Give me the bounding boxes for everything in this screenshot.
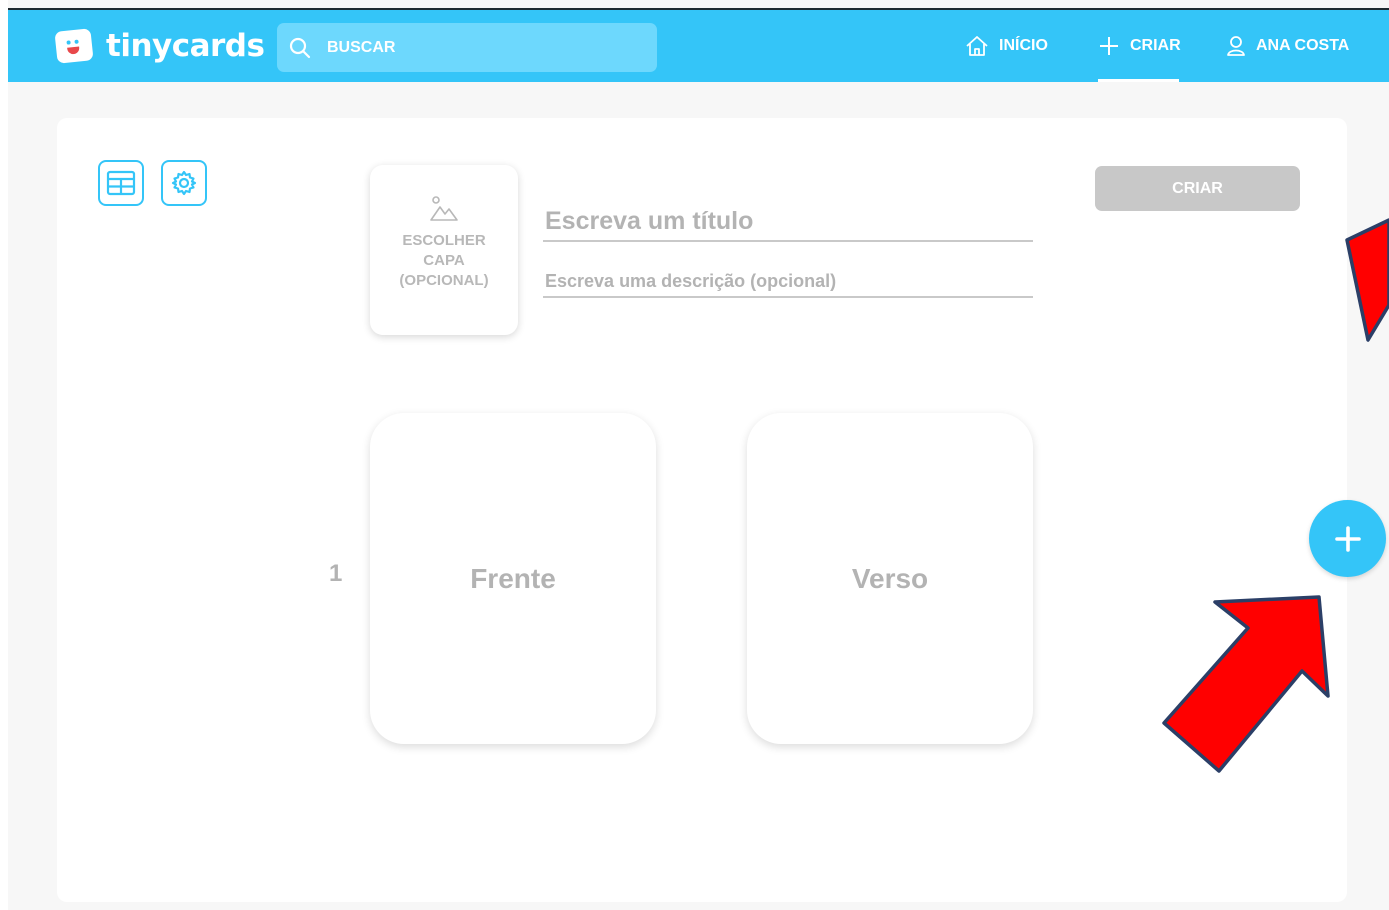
title-input[interactable] [543,202,1033,242]
logo-text: tinycards [106,28,265,64]
settings-button[interactable] [161,160,207,206]
card-front-placeholder: Frente [470,562,556,594]
active-tab-indicator [1098,79,1179,82]
nav-home[interactable]: INÍCIO [965,10,1048,82]
search-box[interactable] [277,23,657,72]
top-bar: tinycards INÍCIO CRIAR ANA COSTA [8,10,1389,82]
gear-icon [171,170,197,196]
card-back-placeholder: Verso [851,562,929,594]
user-icon [1227,36,1245,56]
plus-icon [1100,37,1118,55]
add-card-button[interactable] [1309,500,1386,577]
nav-user[interactable]: ANA COSTA [1226,10,1349,82]
annotation-arrow-top [1345,218,1389,342]
search-input[interactable] [325,37,629,58]
home-icon [966,36,988,56]
description-input[interactable] [543,266,1033,298]
add-card-icon [1334,525,1361,552]
deck-editor-panel: ESCOLHER CAPA (OPCIONAL) CRIAR 1 Frente … [57,118,1347,902]
search-icon [289,37,311,58]
left-margin [0,0,8,910]
nav-home-label: INÍCIO [999,37,1048,54]
card-back-field[interactable]: Verso [747,413,1033,744]
nav-user-label: ANA COSTA [1256,37,1350,54]
nav-create-label: CRIAR [1130,37,1181,54]
grid-view-button[interactable] [98,160,144,206]
logo[interactable]: tinycards [54,28,265,64]
card-number: 1 [329,560,343,587]
nav-create[interactable]: CRIAR [1098,10,1181,82]
create-deck-button[interactable]: CRIAR [1095,166,1300,211]
card-front-field[interactable]: Frente [370,413,656,744]
choose-cover-button[interactable]: ESCOLHER CAPA (OPCIONAL) [370,165,518,335]
image-icon [430,196,458,221]
grid-icon [106,170,136,196]
logo-face-icon [54,28,94,64]
cover-label: ESCOLHER CAPA (OPCIONAL) [399,232,489,289]
